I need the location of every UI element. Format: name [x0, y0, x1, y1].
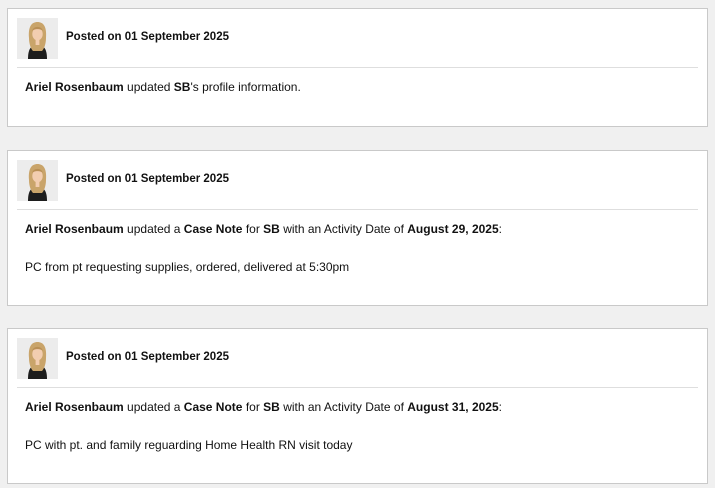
- colon: :: [498, 222, 502, 236]
- actor-name[interactable]: Ariel Rosenbaum: [25, 222, 124, 236]
- activity-date-label: with an Activity Date of: [283, 400, 404, 414]
- subject-name[interactable]: SB: [263, 400, 280, 414]
- user-avatar[interactable]: [17, 338, 58, 379]
- for-text: for: [245, 222, 260, 236]
- posted-date: Posted on 01 September 2025: [66, 173, 229, 185]
- user-avatar[interactable]: [17, 160, 58, 201]
- case-note-text: PC with pt. and family reguarding Home H…: [25, 438, 353, 452]
- divider: [17, 209, 698, 210]
- posted-date: Posted on 01 September 2025: [66, 31, 229, 43]
- for-text: for: [245, 400, 260, 414]
- case-note-link[interactable]: Case Note: [184, 222, 243, 236]
- verb-text: updated a: [127, 400, 181, 414]
- summary-tail: 's profile information.: [190, 80, 301, 94]
- activity-post: Posted on 01 September 2025 Ariel Rosenb…: [7, 8, 708, 127]
- case-note-text: PC from pt requesting supplies, ordered,…: [25, 260, 350, 274]
- subject-name[interactable]: SB: [263, 222, 280, 236]
- activity-date: August 29, 2025: [407, 222, 499, 236]
- colon: :: [498, 400, 502, 414]
- actor-name[interactable]: Ariel Rosenbaum: [25, 400, 124, 414]
- divider: [17, 67, 698, 68]
- activity-post: Posted on 01 September 2025 Ariel Rosenb…: [7, 328, 708, 484]
- activity-summary: Ariel Rosenbaum updated a Case Note for …: [25, 400, 502, 415]
- activity-summary: Ariel Rosenbaum updated SB's profile inf…: [25, 80, 301, 95]
- divider: [17, 387, 698, 388]
- activity-date-label: with an Activity Date of: [283, 222, 404, 236]
- activity-post: Posted on 01 September 2025 Ariel Rosenb…: [7, 150, 708, 306]
- verb-text: updated a: [127, 222, 181, 236]
- activity-date: August 31, 2025: [407, 400, 499, 414]
- verb-text: updated: [127, 80, 171, 94]
- activity-summary: Ariel Rosenbaum updated a Case Note for …: [25, 222, 502, 237]
- user-avatar[interactable]: [17, 18, 58, 59]
- subject-name[interactable]: SB: [174, 80, 191, 94]
- posted-date: Posted on 01 September 2025: [66, 351, 229, 363]
- case-note-link[interactable]: Case Note: [184, 400, 243, 414]
- actor-name[interactable]: Ariel Rosenbaum: [25, 80, 124, 94]
